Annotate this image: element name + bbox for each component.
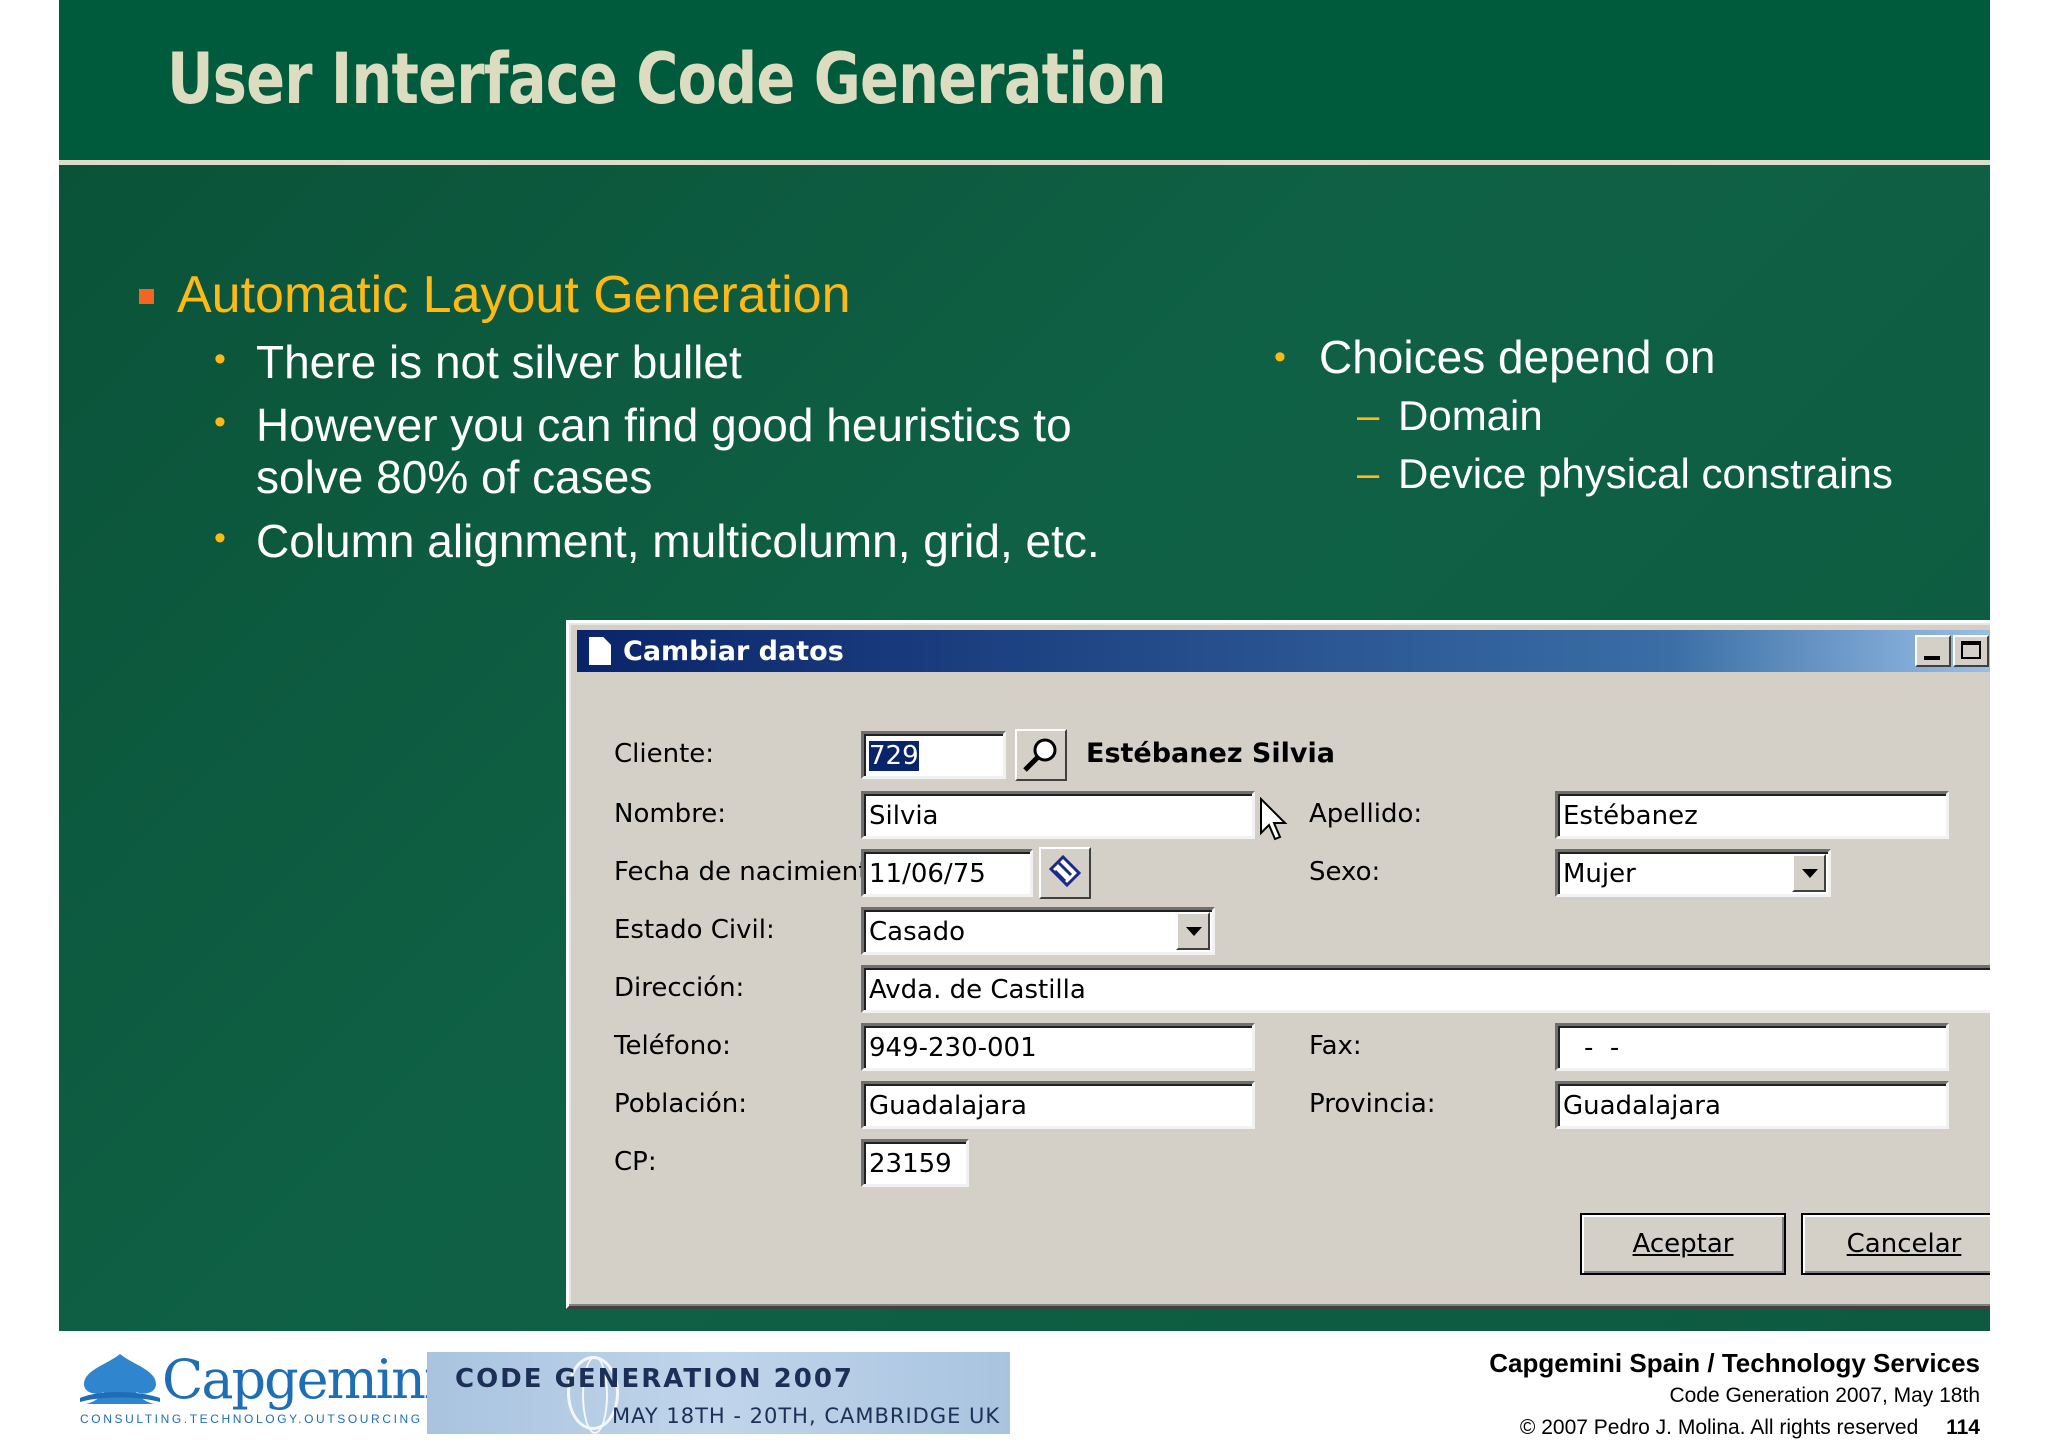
spades-logo-icon	[80, 1354, 160, 1404]
label-cp: CP:	[614, 1147, 657, 1177]
provincia-value: Guadalajara	[1563, 1091, 1721, 1121]
left-point-1: There is not silver bullet	[256, 336, 742, 388]
square-bullet-icon	[139, 289, 154, 304]
fecha-value: 11/06/75	[869, 859, 986, 889]
slide-header: User Interface Code Generation	[59, 0, 1990, 162]
left-point-3: Column alignment, multicolumn, grid, etc…	[256, 515, 1100, 567]
logo-tagline: CONSULTING.TECHNOLOGY.OUTSOURCING	[80, 1412, 423, 1426]
code-generation-banner: CODE GENERATION 2007 MAY 18TH - 20TH, CA…	[427, 1352, 1010, 1434]
slide: User Interface Code Generation Automatic…	[59, 0, 1990, 1331]
fecha-nacimiento-input[interactable]: 11/06/75	[861, 849, 1033, 897]
telefono-value: 949-230-001	[869, 1033, 1037, 1063]
cp-value: 23159	[869, 1149, 952, 1179]
banner-title: CODE GENERATION 2007	[455, 1364, 855, 1394]
dialog-titlebar[interactable]: Cambiar datos ✕	[577, 630, 1990, 672]
chevron-down-icon[interactable]	[1792, 854, 1826, 892]
bullet-dot-icon: •	[214, 519, 226, 557]
bullet-dot-icon: •	[214, 340, 226, 378]
cambiar-datos-dialog: Cambiar datos ✕ Cliente: 729 Estébanez S…	[566, 620, 1990, 1309]
poblacion-value: Guadalajara	[869, 1091, 1027, 1121]
mouse-cursor-icon	[1260, 797, 1288, 841]
bullet-dot-icon: •	[214, 403, 226, 441]
direccion-value: Avda. de Castilla	[869, 975, 1086, 1005]
right-heading: Choices depend on	[1319, 331, 1716, 383]
calendar-icon	[1048, 854, 1082, 888]
minimize-button[interactable]	[1915, 635, 1951, 667]
footer-event: Code Generation 2007, May 18th	[1669, 1384, 1980, 1407]
direccion-input[interactable]: Avda. de Castilla	[861, 965, 1990, 1013]
apellido-value: Estébanez	[1563, 801, 1698, 831]
document-icon	[589, 637, 611, 665]
footer-copyright-line: © 2007 Pedro J. Molina. All rights reser…	[1520, 1416, 1980, 1440]
label-direccion: Dirección:	[614, 973, 745, 1003]
main-bullet: Automatic Layout Generation	[177, 266, 851, 324]
left-point-2-cont: solve 80% of cases	[256, 451, 653, 503]
maximize-button[interactable]	[1953, 635, 1989, 667]
cliente-input[interactable]: 729	[861, 731, 1006, 779]
dash-bullet-icon: –	[1357, 394, 1380, 438]
footer-copyright: © 2007 Pedro J. Molina. All rights reser…	[1519, 1416, 1919, 1439]
left-point-2: However you can find good heuristics to	[256, 399, 1072, 451]
label-apellido: Apellido:	[1309, 799, 1423, 829]
minimize-icon	[1924, 656, 1940, 660]
telefono-input[interactable]: 949-230-001	[861, 1023, 1255, 1071]
dash-bullet-icon: –	[1357, 452, 1380, 496]
provincia-input[interactable]: Guadalajara	[1555, 1081, 1949, 1129]
estado-civil-value: Casado	[869, 917, 965, 947]
cancelar-label: Cancelar	[1846, 1229, 1962, 1259]
magnifier-icon	[1023, 738, 1057, 772]
sexo-value: Mujer	[1563, 859, 1636, 889]
label-provincia: Provincia:	[1309, 1089, 1436, 1119]
maximize-icon	[1961, 641, 1981, 659]
label-fax: Fax:	[1309, 1031, 1362, 1061]
footer-company: Capgemini Spain / Technology Services	[1489, 1348, 1980, 1378]
cp-input[interactable]: 23159	[861, 1139, 969, 1187]
apellido-input[interactable]: Estébanez	[1555, 791, 1949, 839]
aceptar-button[interactable]: Aceptar	[1580, 1213, 1786, 1275]
capgemini-logo: Capgemini CONSULTING.TECHNOLOGY.OUTSOURC…	[78, 1348, 441, 1432]
aceptar-label: Aceptar	[1632, 1229, 1734, 1259]
logo-wordmark: Capgemini	[162, 1348, 441, 1411]
right-item-domain: Domain	[1398, 392, 1543, 439]
label-cliente: Cliente:	[614, 739, 715, 769]
cancelar-button[interactable]: Cancelar	[1801, 1213, 1990, 1275]
fax-input[interactable]: - -	[1555, 1023, 1949, 1071]
dialog-title: Cambiar datos	[623, 636, 844, 667]
chevron-down-icon[interactable]	[1176, 912, 1210, 950]
page-number: 114	[1946, 1416, 1980, 1439]
label-sexo: Sexo:	[1309, 857, 1381, 887]
label-poblacion: Población:	[614, 1089, 747, 1119]
cliente-selected-text: 729	[869, 741, 919, 771]
label-estado-civil: Estado Civil:	[614, 915, 775, 945]
label-nombre: Nombre:	[614, 799, 727, 829]
poblacion-input[interactable]: Guadalajara	[861, 1081, 1255, 1129]
sexo-select[interactable]: Mujer	[1555, 849, 1831, 897]
search-client-button[interactable]	[1015, 729, 1067, 781]
right-item-device: Device physical constrains	[1398, 450, 1893, 497]
slide-title: User Interface Code Generation	[167, 38, 1167, 120]
bullet-dot-icon: •	[1274, 338, 1286, 376]
nombre-value: Silvia	[869, 801, 939, 831]
client-full-name: Estébanez Silvia	[1086, 738, 1335, 769]
date-picker-button[interactable]	[1039, 847, 1091, 899]
label-telefono: Teléfono:	[614, 1031, 731, 1061]
fax-value: - -	[1584, 1033, 1620, 1063]
label-fecha-nacimiento: Fecha de nacimiento	[614, 857, 885, 887]
estado-civil-select[interactable]: Casado	[861, 907, 1215, 955]
banner-subtitle: MAY 18TH - 20TH, CAMBRIDGE UK	[612, 1404, 1001, 1428]
nombre-input[interactable]: Silvia	[861, 791, 1255, 839]
